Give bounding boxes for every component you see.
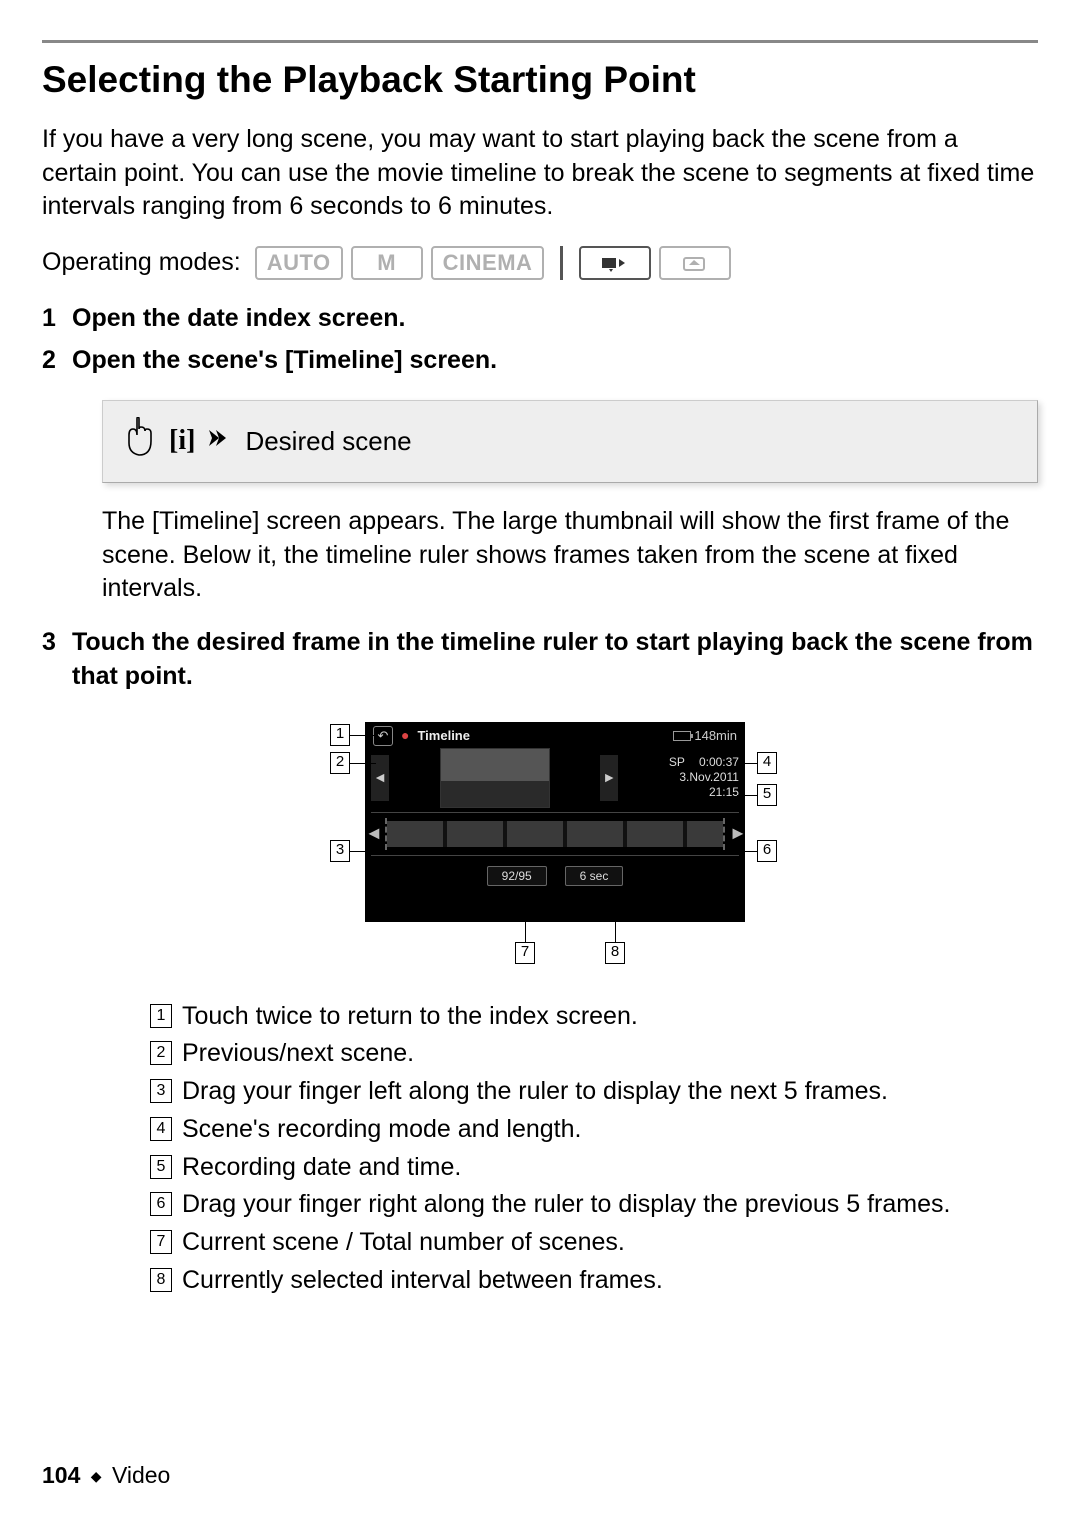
- interval-value: 6 sec: [565, 866, 624, 886]
- operating-modes-row: Operating modes: AUTO M CINEMA: [42, 246, 1038, 280]
- page-number: 104: [42, 1462, 80, 1488]
- legend-num: 1: [150, 1004, 172, 1028]
- ruler-right-arrow-icon: ►: [729, 821, 745, 845]
- timeline-ruler: [387, 821, 723, 847]
- ruler-left-arrow-icon: ◄: [365, 821, 381, 845]
- diagram-label-6: 6: [757, 840, 777, 862]
- next-scene-icon: ►: [600, 755, 618, 801]
- recording-date: 3.Nov.2011: [679, 770, 739, 785]
- leader-line: [350, 851, 370, 852]
- timeline-diagram: ↶ ● Timeline 148min ◄ ► SP: [235, 712, 875, 972]
- step-2: Open the scene's [Timeline] screen. [i] …: [42, 344, 1038, 606]
- step-2-description: The [Timeline] screen appears. The large…: [102, 505, 1038, 606]
- legend-num: 8: [150, 1268, 172, 1292]
- step-2-text: Open the scene's [Timeline] screen.: [72, 346, 497, 374]
- legend-item-2: 2 Previous/next scene.: [150, 1037, 1038, 1071]
- legend-text: Drag your finger left along the ruler to…: [182, 1075, 1038, 1109]
- section-title: Selecting the Playback Starting Point: [42, 55, 1038, 105]
- leader-line: [741, 851, 757, 852]
- leader-line: [737, 763, 757, 764]
- legend-num: 3: [150, 1079, 172, 1103]
- mode-video-playback-icon: [579, 246, 651, 280]
- legend-text: Drag your finger right along the ruler t…: [182, 1188, 1038, 1222]
- leader-line: [350, 735, 378, 736]
- legend-item-1: 1 Touch twice to return to the index scr…: [150, 1000, 1038, 1034]
- legend-item-7: 7 Current scene / Total number of scenes…: [150, 1226, 1038, 1260]
- scene-counter: 92/95: [487, 866, 547, 886]
- leader-line: [737, 795, 757, 796]
- recording-time: 21:15: [709, 785, 739, 800]
- diagram-label-1: 1: [330, 724, 350, 746]
- mode-cinema: CINEMA: [431, 246, 545, 280]
- legend-item-8: 8 Currently selected interval between fr…: [150, 1264, 1038, 1298]
- diagram-label-8: 8: [605, 942, 625, 964]
- battery-icon: [673, 731, 691, 741]
- legend-text: Previous/next scene.: [182, 1037, 1038, 1071]
- legend-num: 2: [150, 1041, 172, 1065]
- prev-scene-icon: ◄: [371, 755, 389, 801]
- legend-num: 7: [150, 1230, 172, 1254]
- battery-indicator: 148min: [673, 727, 737, 745]
- legend-text: Touch twice to return to the index scree…: [182, 1000, 1038, 1034]
- record-dot-icon: ●: [401, 726, 409, 745]
- legend-num: 6: [150, 1192, 172, 1216]
- steps-list: Open the date index screen. Open the sce…: [42, 302, 1038, 1297]
- page-footer: 104 ◆ Video: [42, 1460, 170, 1491]
- legend-item-3: 3 Drag your finger left along the ruler …: [150, 1075, 1038, 1109]
- diagram-label-2: 2: [330, 752, 350, 774]
- legend-text: Currently selected interval between fram…: [182, 1264, 1038, 1298]
- scene-length: 0:00:37: [699, 755, 739, 770]
- legend-num: 5: [150, 1155, 172, 1179]
- legend-item-4: 4 Scene's recording mode and length.: [150, 1113, 1038, 1147]
- step-1-text: Open the date index screen.: [72, 304, 405, 332]
- mode-photo-playback-icon: [659, 246, 731, 280]
- step-3: Touch the desired frame in the timeline …: [42, 626, 1038, 1298]
- recording-mode: SP: [669, 755, 685, 770]
- diagram-legend: 1 Touch twice to return to the index scr…: [150, 1000, 1038, 1298]
- leader-line: [525, 918, 526, 942]
- callout-text: Desired scene: [245, 424, 411, 459]
- legend-text: Scene's recording mode and length.: [182, 1113, 1038, 1147]
- diagram-label-4: 4: [757, 752, 777, 774]
- legend-text: Recording date and time.: [182, 1151, 1038, 1185]
- footer-section: Video: [112, 1462, 170, 1488]
- step-3-text: Touch the desired frame in the timeline …: [72, 628, 1033, 690]
- legend-text: Current scene / Total number of scenes.: [182, 1226, 1038, 1260]
- scene-thumbnail: [440, 748, 550, 808]
- diagram-label-7: 7: [515, 942, 535, 964]
- touch-icon: [123, 417, 155, 466]
- diagram-label-5: 5: [757, 784, 777, 806]
- mode-divider: [560, 246, 563, 280]
- chevron-icon: [209, 425, 231, 457]
- operating-modes-label: Operating modes:: [42, 246, 241, 280]
- diagram-label-3: 3: [330, 840, 350, 862]
- mode-manual: M: [351, 246, 423, 280]
- intro-paragraph: If you have a very long scene, you may w…: [42, 123, 1038, 224]
- section-rule: [42, 40, 1038, 43]
- mode-auto: AUTO: [255, 246, 343, 280]
- battery-time: 148min: [694, 727, 737, 745]
- timeline-screen: ↶ ● Timeline 148min ◄ ► SP: [365, 722, 745, 922]
- step-1: Open the date index screen.: [42, 302, 1038, 336]
- back-icon: ↶: [373, 726, 393, 746]
- legend-num: 4: [150, 1117, 172, 1141]
- leader-line: [350, 763, 376, 764]
- footer-diamond-icon: ◆: [91, 1468, 102, 1484]
- info-button-label: [i]: [169, 422, 195, 460]
- touch-callout: [i] Desired scene: [102, 400, 1038, 483]
- legend-item-5: 5 Recording date and time.: [150, 1151, 1038, 1185]
- screen-title: Timeline: [417, 727, 470, 745]
- leader-line: [615, 918, 616, 942]
- legend-item-6: 6 Drag your finger right along the ruler…: [150, 1188, 1038, 1222]
